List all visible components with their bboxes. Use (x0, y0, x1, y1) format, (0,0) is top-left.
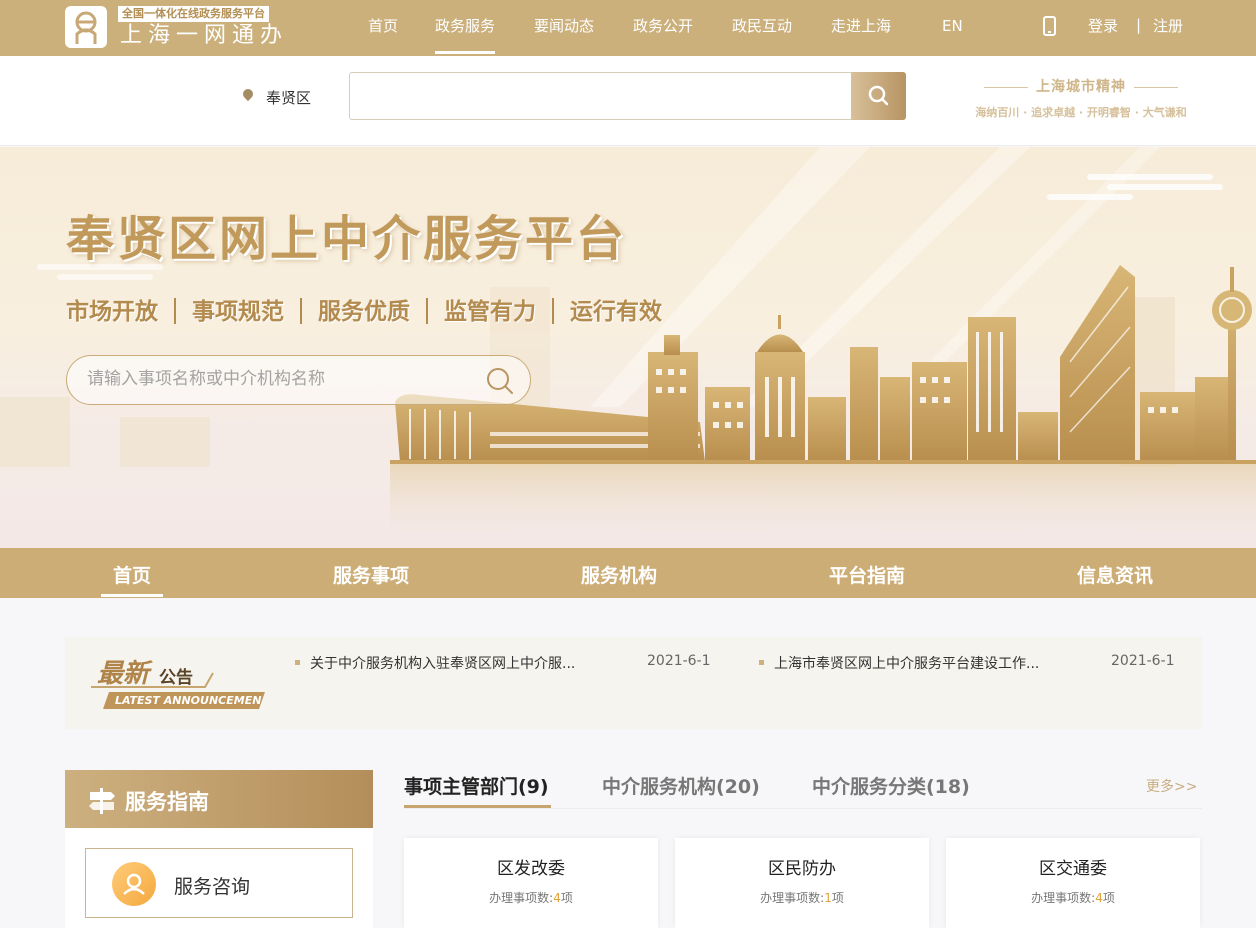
logo-name: 上海一网通办 (120, 23, 289, 48)
banner-title: 奉贤区网上中介服务平台 (66, 211, 628, 267)
subnav-service-items[interactable]: 服务事项 (333, 561, 409, 588)
more-link[interactable]: 更多>> (1146, 776, 1197, 796)
count-number: 4 (1095, 891, 1103, 905)
logo-e-icon (75, 11, 97, 44)
count-label: 办理事项数: (760, 891, 825, 905)
slogan-divider (426, 298, 428, 324)
nav-government-services[interactable]: 政务服务 (435, 16, 496, 54)
announcement-title: 上海市奉贤区网上中介服务平台建设工作... (774, 656, 1040, 672)
subnav-home[interactable]: 首页 (100, 561, 164, 597)
department-card[interactable]: 区交通委 办理事项数:4项 (946, 838, 1200, 928)
nav-english[interactable]: EN (942, 16, 963, 36)
department-item-count: 办理事项数:4项 (404, 889, 658, 906)
announcement-item[interactable]: 上海市奉贤区网上中介服务平台建设工作... (759, 653, 1039, 673)
department-item-count: 办理事项数:4项 (946, 889, 1200, 906)
nav-interaction[interactable]: 政民互动 (732, 16, 792, 36)
announcement-item[interactable]: 关于中介服务机构入驻奉贤区网上中介服... (295, 653, 575, 673)
city-spirit-title: 上海城市精神 (960, 76, 1202, 96)
site-search-input[interactable] (349, 72, 852, 120)
city-spirit-subtitle: 海纳百川 · 追求卓越 · 开明睿智 · 大气谦和 (975, 106, 1187, 119)
platform-search-box (66, 355, 531, 405)
nav-home[interactable]: 首页 (368, 16, 398, 36)
subnav-platform-guide[interactable]: 平台指南 (829, 561, 905, 588)
count-unit: 项 (1102, 891, 1115, 905)
signpost-icon (89, 788, 115, 814)
user-consult-icon (112, 862, 156, 906)
count-number: 4 (553, 891, 561, 905)
bullet-dot (759, 660, 764, 665)
location-pin-icon (240, 86, 256, 102)
announcement-bar: 最新 公告 LATEST ANNOUNCEMEN 关于中介服务机构入驻奉贤区网上… (65, 637, 1202, 729)
department-name: 区民防办 (768, 859, 836, 879)
login-register-separator: | (1136, 16, 1142, 34)
service-consult-label: 服务咨询 (174, 876, 251, 898)
login-link[interactable]: 登录 (1088, 16, 1118, 36)
slogan-divider (552, 298, 554, 324)
announcement-label-big: 最新 (97, 659, 150, 689)
slogan-item: 服务优质 (318, 299, 410, 325)
department-card[interactable]: 区民防办 办理事项数:1项 (675, 838, 929, 928)
department-card[interactable]: 区发改委 办理事项数:4项 (404, 838, 658, 928)
bullet-dot (295, 660, 300, 665)
department-item-count: 办理事项数:1项 (675, 889, 929, 906)
service-guide-header: 服务指南 (65, 770, 373, 828)
count-unit: 项 (831, 891, 844, 905)
mobile-phone-icon[interactable] (1043, 16, 1056, 36)
count-label: 办理事项数: (1031, 891, 1096, 905)
banner-slogans: 市场开放 事项规范 服务优质 监管有力 运行有效 (66, 292, 662, 325)
count-label: 办理事项数: (489, 891, 554, 905)
tab-agencies[interactable]: 中介服务机构(20) (602, 772, 760, 799)
search-icon[interactable] (485, 366, 515, 400)
announcement-title: 关于中介服务机构入驻奉贤区网上中介服... (310, 656, 576, 672)
logo-tagline: 全国一体化在线政务服务平台 (118, 6, 269, 22)
tab-divider (404, 808, 1202, 809)
announcement-label-small: 公告 (159, 668, 193, 688)
site-search-button[interactable] (851, 72, 906, 120)
slogan-item: 市场开放 (66, 299, 158, 325)
slogan-item: 运行有效 (570, 299, 662, 325)
department-name: 区交通委 (1039, 859, 1107, 879)
count-number: 1 (824, 891, 832, 905)
announcement-date: 2021-6-1 (1111, 653, 1175, 669)
platform-search-input[interactable] (85, 368, 465, 390)
slogan-item: 事项规范 (192, 299, 284, 325)
platform-nav: 首页 服务事项 服务机构 平台指南 信息资讯 (0, 548, 1256, 598)
top-header: 全国一体化在线政务服务平台 上海一网通办 首页 政务服务 要闻动态 政务公开 政… (0, 0, 1256, 56)
tab-categories[interactable]: 中介服务分类(18) (812, 772, 970, 799)
slogan-item: 监管有力 (444, 299, 536, 325)
register-link[interactable]: 注册 (1153, 16, 1183, 36)
slogan-divider (174, 298, 176, 324)
nav-government-affairs[interactable]: 政务公开 (633, 16, 693, 36)
subnav-service-agencies[interactable]: 服务机构 (581, 561, 657, 588)
service-guide-title: 服务指南 (125, 790, 209, 814)
announcement-date: 2021-6-1 (647, 653, 711, 669)
subnav-news[interactable]: 信息资讯 (1077, 561, 1153, 588)
active-tab-indicator (404, 805, 551, 808)
hero-banner: 奉贤区网上中介服务平台 市场开放 事项规范 服务优质 监管有力 运行有效 (0, 147, 1256, 548)
search-icon (868, 85, 889, 106)
latest-announcement-badge: 最新 公告 LATEST ANNOUNCEMEN (85, 653, 265, 713)
announcement-label-en: LATEST ANNOUNCEMEN (115, 694, 262, 707)
nav-news[interactable]: 要闻动态 (534, 16, 594, 36)
count-unit: 项 (560, 891, 573, 905)
search-row: 奉贤区 上海城市精神 海纳百川 · 追求卓越 · 开明睿智 · 大气谦和 (0, 56, 1256, 146)
location-selector[interactable]: 奉贤区 (266, 87, 311, 108)
slogan-divider (300, 298, 302, 324)
city-spirit-slogan: 上海城市精神 海纳百川 · 追求卓越 · 开明睿智 · 大气谦和 (960, 76, 1202, 120)
logo[interactable] (65, 6, 107, 48)
service-consult-button[interactable]: 服务咨询 (85, 848, 353, 918)
tab-departments[interactable]: 事项主管部门(9) (404, 772, 549, 799)
department-name: 区发改委 (497, 859, 565, 879)
nav-about-shanghai[interactable]: 走进上海 (831, 16, 891, 36)
